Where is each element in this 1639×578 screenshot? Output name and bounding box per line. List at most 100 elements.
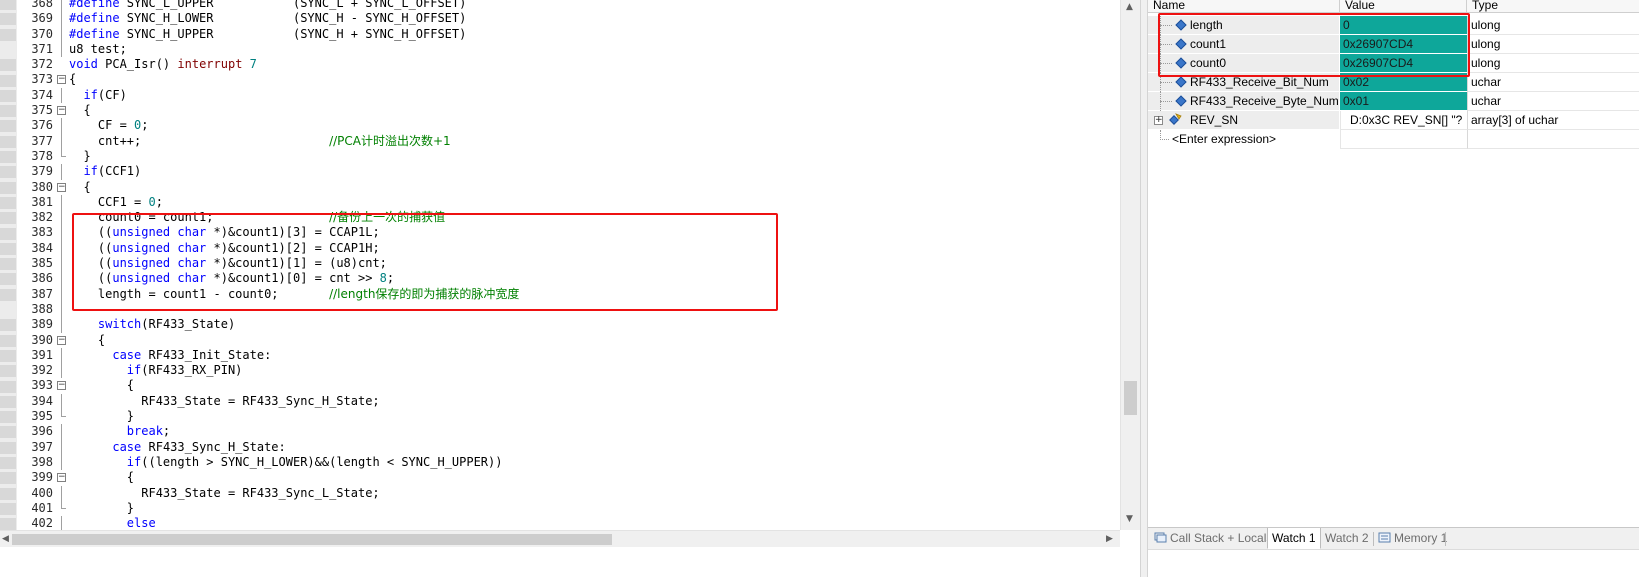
code-line[interactable]: 399− { [0,470,1120,485]
code-line[interactable]: 382 count0 = count1; //备份上一次的捕获值 [0,210,1120,226]
code-text[interactable]: ((unsigned char *)&count1)[1] = (u8)cnt; [69,256,387,271]
code-line[interactable]: 400 RF433_State = RF433_Sync_L_State; [0,485,1120,501]
code-line[interactable]: 376 CF = 0; [0,118,1120,134]
tab-watch-1[interactable]: Watch 1 [1267,528,1321,549]
code-text[interactable]: { [69,333,105,348]
code-line[interactable]: 390− { [0,333,1120,348]
code-line[interactable]: 393− { [0,378,1120,393]
code-line[interactable]: 380− { [0,180,1120,195]
code-lines[interactable]: 368 #define SYNC_L_UPPER (SYNC_L + SYNC_L… [0,0,1120,532]
tab-call-stack-locals[interactable]: Call Stack + Locals [1150,528,1276,549]
code-line[interactable]: 395 } [0,409,1120,424]
code-text[interactable]: case RF433_Init_State: [69,348,271,363]
code-text[interactable]: { [69,378,134,393]
code-text[interactable]: if(CF) [69,88,126,103]
pane-splitter[interactable] [1140,0,1148,577]
code-line[interactable]: 389 switch(RF433_State) [0,317,1120,333]
vertical-scroll-thumb[interactable] [1124,381,1137,415]
code-text[interactable]: count0 = count1; //备份上一次的捕获值 [69,210,445,225]
code-text[interactable]: ((unsigned char *)&count1)[3] = CCAP1L; [69,225,380,240]
code-line[interactable]: 384 ((unsigned char *)&count1)[2] = CCAP… [0,240,1120,257]
fold-collapse-icon[interactable]: − [56,470,70,485]
watch-value-cell[interactable]: 0 [1340,16,1467,35]
column-header-name[interactable]: Name [1148,0,1340,12]
code-editor[interactable]: 368 #define SYNC_L_UPPER (SYNC_L + SYNC_L… [0,0,1140,547]
code-line[interactable]: 394 RF433_State = RF433_Sync_H_State; [0,393,1120,410]
code-line[interactable]: 386 ((unsigned char *)&count1)[0] = cnt … [0,271,1120,287]
watch-value-cell[interactable]: D:0x3C REV_SN[] "? [1340,111,1467,130]
fold-collapse-icon[interactable]: − [56,103,70,118]
expand-plus-icon[interactable]: + [1154,116,1163,125]
code-text[interactable]: break; [69,424,170,439]
code-text[interactable]: if(RF433_RX_PIN) [69,363,243,378]
code-line[interactable]: 388 [0,301,1120,318]
watch-name-cell[interactable]: RF433_Receive_Byte_Num [1148,92,1339,111]
code-text[interactable]: if((length > SYNC_H_LOWER)&&(length < SY… [69,455,503,470]
watch-value-cell[interactable]: 0x02 [1340,73,1467,92]
editor-vertical-scrollbar[interactable]: ▲ ▼ [1120,0,1140,530]
code-text[interactable]: u8 test; [69,42,127,57]
watch-row[interactable]: length 0 ulong [1148,16,1639,35]
code-text[interactable]: #define SYNC_H_LOWER (SYNC_H - SYNC_H_OF… [69,11,466,26]
code-text[interactable]: } [69,149,90,164]
code-text[interactable]: cnt++; //PCA计时溢出次数+1 [69,134,451,149]
column-header-type[interactable]: Type [1467,0,1639,12]
code-line[interactable]: 396 break; [0,424,1120,440]
watch-row-struct[interactable]: + REV_SN D:0x3C REV_SN[] "? array[3] of … [1148,111,1639,130]
scroll-right-arrow-icon[interactable]: ▶ [1106,534,1113,544]
watch-value-cell[interactable]: 0x26907CD4 [1340,54,1467,73]
watch-name-cell[interactable]: count0 [1148,54,1339,73]
tab-memory-1[interactable]: Memory 1 [1374,528,1451,549]
scroll-up-arrow-icon[interactable]: ▲ [1126,2,1133,12]
code-text[interactable]: } [69,501,134,516]
code-text[interactable]: } [69,409,134,424]
code-line[interactable]: 381 CCF1 = 0; [0,194,1120,211]
scroll-down-arrow-icon[interactable]: ▼ [1126,514,1133,524]
code-text[interactable]: case RF433_Sync_H_State: [69,440,285,455]
code-text[interactable]: RF433_State = RF433_Sync_L_State; [69,486,379,501]
code-line[interactable]: 391 case RF433_Init_State: [0,347,1120,364]
enter-expression-row[interactable]: <Enter expression> [1148,130,1639,149]
code-text[interactable]: void PCA_Isr() interrupt 7 [69,57,257,72]
code-line[interactable]: 371 u8 test; [0,41,1120,58]
code-line[interactable]: 397 case RF433_Sync_H_State: [0,439,1120,455]
watch-name-cell[interactable]: RF433_Receive_Bit_Num [1148,73,1339,92]
fold-collapse-icon[interactable]: − [56,180,70,195]
code-line[interactable]: 370 #define SYNC_H_UPPER (SYNC_H + SYNC_H… [0,26,1120,42]
code-line[interactable]: 373−{ [0,72,1120,87]
code-text[interactable]: ((unsigned char *)&count1)[0] = cnt >> 8… [69,271,394,286]
code-line[interactable]: 392 if(RF433_RX_PIN) [0,363,1120,379]
code-line[interactable]: 383 ((unsigned char *)&count1)[3] = CCAP… [0,225,1120,241]
watch-name-cell[interactable]: length [1148,16,1339,35]
code-text[interactable]: CCF1 = 0; [69,195,163,210]
fold-collapse-icon[interactable]: − [56,333,70,348]
code-line[interactable]: 401 } [0,500,1120,516]
code-text[interactable]: if(CCF1) [69,164,141,179]
code-text[interactable]: RF433_State = RF433_Sync_H_State; [69,394,379,409]
code-line[interactable]: 379 if(CCF1) [0,164,1120,180]
code-text[interactable]: { [69,470,134,485]
code-text[interactable]: #define SYNC_L_UPPER (SYNC_L + SYNC_L_OF… [69,0,466,11]
watch-value-cell[interactable]: 0x01 [1340,92,1467,111]
watch-name-cell[interactable]: + REV_SN [1148,111,1339,130]
code-text[interactable]: { [69,103,90,118]
fold-collapse-icon[interactable]: − [56,378,70,393]
code-text[interactable]: CF = 0; [69,118,149,133]
watch-row[interactable]: count0 0x26907CD4 ulong [1148,54,1639,73]
code-text[interactable]: { [69,72,76,87]
code-line[interactable]: 372 void PCA_Isr() interrupt 7 [0,57,1120,72]
horizontal-scroll-thumb[interactable] [12,534,612,545]
enter-expression-placeholder[interactable]: <Enter expression> [1172,130,1276,149]
column-header-value[interactable]: Value [1340,0,1467,12]
code-line[interactable]: 385 ((unsigned char *)&count1)[1] = (u8)… [0,256,1120,272]
watch-value-cell[interactable]: 0x26907CD4 [1340,35,1467,54]
code-text[interactable]: { [69,180,90,195]
watch-row[interactable]: RF433_Receive_Bit_Num 0x02 uchar [1148,73,1639,92]
editor-horizontal-scrollbar[interactable]: ◀ ▶ [0,530,1120,547]
code-line[interactable]: 387 length = count1 - count0; //length保存… [0,286,1120,302]
enter-expression-cell[interactable]: <Enter expression> [1148,130,1339,149]
watch-row[interactable]: RF433_Receive_Byte_Num 0x01 uchar [1148,92,1639,111]
code-text[interactable]: length = count1 - count0; //length保存的即为捕… [69,287,520,302]
scroll-left-arrow-icon[interactable]: ◀ [2,534,9,544]
code-line[interactable]: 375− { [0,103,1120,118]
